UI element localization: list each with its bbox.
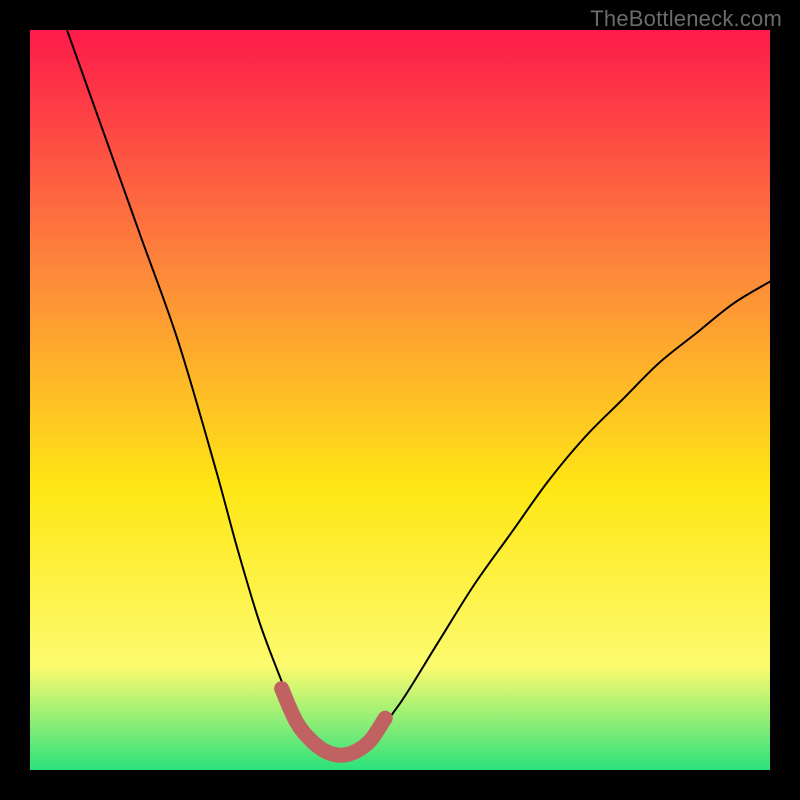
- chart-container: TheBottleneck.com: [0, 0, 800, 800]
- gradient-background: [30, 30, 770, 770]
- watermark-text: TheBottleneck.com: [590, 6, 782, 32]
- plot-area: [30, 30, 770, 770]
- chart-svg: [30, 30, 770, 770]
